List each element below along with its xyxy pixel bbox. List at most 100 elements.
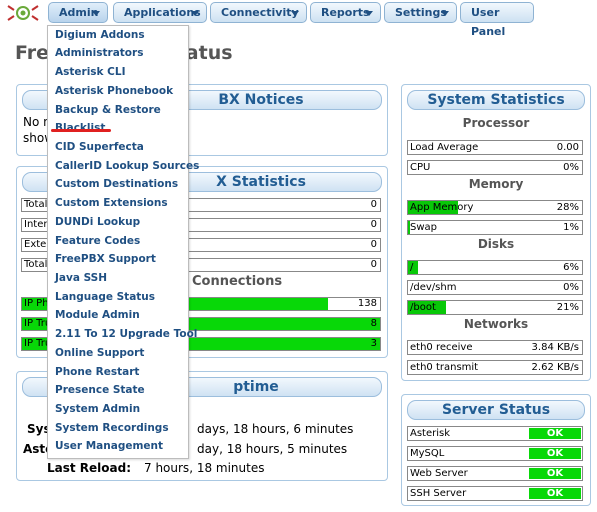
menu-item-cid-superfecta[interactable]: CID Superfecta bbox=[55, 141, 144, 157]
network-row: eth0 receive 3.84 KB/s bbox=[407, 340, 583, 355]
chevron-down-icon bbox=[441, 11, 449, 16]
disks-heading: Disks bbox=[477, 237, 515, 251]
menu-item-upgrade-tool[interactable]: 2.11 To 12 Upgrade Tool bbox=[55, 328, 197, 344]
menu-item-system-recordings[interactable]: System Recordings bbox=[55, 422, 169, 438]
nav-reports-label: Reports bbox=[321, 6, 370, 19]
server-status-panel: Server Status Asterisk OK MySQL OK Web S… bbox=[401, 394, 591, 506]
processor-row: Load Average 0.00 bbox=[407, 140, 583, 155]
disk-row-value: 21% bbox=[556, 302, 579, 313]
nav-applications-menu[interactable]: Applications bbox=[113, 2, 207, 23]
menu-item-online-support[interactable]: Online Support bbox=[55, 347, 144, 363]
menu-item-administrators[interactable]: Administrators bbox=[55, 47, 143, 63]
disk-row: /boot 21% bbox=[407, 300, 583, 315]
connection-row-value: 3 bbox=[370, 338, 377, 349]
disk-row-label: / bbox=[410, 262, 414, 273]
menu-item-system-admin[interactable]: System Admin bbox=[55, 403, 140, 419]
disk-row-value: 6% bbox=[563, 262, 579, 273]
server-status-row: Asterisk OK bbox=[407, 426, 583, 441]
status-badge: OK bbox=[529, 468, 581, 479]
menu-item-feature-codes[interactable]: Feature Codes bbox=[55, 235, 140, 251]
connection-row-value: 8 bbox=[370, 318, 377, 329]
page-title-head: Fre bbox=[15, 42, 50, 64]
disk-row: / 6% bbox=[407, 260, 583, 275]
nav-settings-label: Settings bbox=[395, 6, 447, 19]
network-row-value: 2.62 KB/s bbox=[531, 362, 579, 373]
system-statistics-title: System Statistics bbox=[407, 90, 585, 110]
last-reload-value: 7 hours, 18 minutes bbox=[144, 461, 265, 475]
processor-heading: Processor bbox=[462, 116, 530, 130]
last-reload-label: Last Reload: bbox=[47, 461, 132, 475]
menu-item-dundi-lookup[interactable]: DUNDi Lookup bbox=[55, 216, 140, 232]
memory-row-label: App Memory bbox=[410, 202, 474, 213]
top-nav-bar: Admin Applications Connectivity Reports … bbox=[0, 0, 597, 38]
connection-row-value: 138 bbox=[357, 298, 377, 309]
system-statistics-panel: System Statistics Processor Load Average… bbox=[401, 84, 591, 381]
menu-item-freepbx-support[interactable]: FreePBX Support bbox=[55, 253, 156, 269]
pbx-statistics-title-text: X Statistics bbox=[216, 174, 306, 190]
menu-item-user-management[interactable]: User Management bbox=[55, 440, 163, 456]
network-row-value: 3.84 KB/s bbox=[531, 342, 579, 353]
menu-item-custom-extensions[interactable]: Custom Extensions bbox=[55, 197, 168, 213]
nav-connectivity-label: Connectivity bbox=[221, 6, 299, 19]
stat-row-value: 0 bbox=[370, 219, 377, 230]
connection-row-label: IP Ph bbox=[24, 298, 49, 309]
server-status-label: Web Server bbox=[410, 468, 468, 479]
menu-item-java-ssh[interactable]: Java SSH bbox=[55, 272, 107, 288]
disk-row-label: /boot bbox=[410, 302, 436, 313]
menu-item-callerid-lookup-sources[interactable]: CallerID Lookup Sources bbox=[55, 160, 199, 176]
nav-reports-menu[interactable]: Reports bbox=[310, 2, 381, 23]
connections-heading: Connections bbox=[192, 274, 283, 289]
chevron-down-icon bbox=[291, 11, 299, 16]
nav-settings-menu[interactable]: Settings bbox=[384, 2, 457, 23]
status-badge: OK bbox=[529, 428, 581, 439]
stat-row-label: Total bbox=[24, 199, 48, 210]
nav-user-panel-label: User Panel bbox=[471, 6, 506, 38]
nav-connectivity-menu[interactable]: Connectivity bbox=[210, 2, 307, 23]
nav-user-panel[interactable]: User Panel bbox=[460, 2, 534, 38]
menu-item-asterisk-phonebook[interactable]: Asterisk Phonebook bbox=[55, 85, 173, 101]
server-status-label: SSH Server bbox=[410, 488, 467, 499]
stat-row-value: 0 bbox=[370, 199, 377, 210]
stat-row-label: Total bbox=[24, 259, 48, 270]
status-badge: OK bbox=[529, 448, 581, 459]
chevron-down-icon bbox=[365, 11, 373, 16]
menu-item-phone-restart[interactable]: Phone Restart bbox=[55, 366, 139, 382]
disk-row: /dev/shm 0% bbox=[407, 280, 583, 295]
disk-row-label: /dev/shm bbox=[410, 282, 457, 293]
admin-dropdown-menu: Digium Addons Administrators Asterisk CL… bbox=[47, 25, 199, 459]
memory-row-label: Swap bbox=[410, 222, 438, 233]
processor-row-value: 0.00 bbox=[556, 142, 579, 153]
nav-admin-menu[interactable]: Admin bbox=[48, 2, 108, 23]
menu-item-digium-addons[interactable]: Digium Addons bbox=[55, 29, 145, 45]
menu-item-module-admin[interactable]: Module Admin bbox=[55, 309, 140, 325]
asterisk-uptime-value: day, 18 hours, 5 minutes bbox=[197, 442, 348, 456]
chevron-down-icon bbox=[191, 11, 199, 16]
server-status-row: MySQL OK bbox=[407, 446, 583, 461]
memory-row: Swap 1% bbox=[407, 220, 583, 235]
notices-title-text: BX Notices bbox=[218, 92, 304, 108]
stat-row-value: 0 bbox=[370, 239, 377, 250]
menu-item-asterisk-cli[interactable]: Asterisk CLI bbox=[55, 66, 126, 82]
processor-row-value: 0% bbox=[563, 162, 579, 173]
menu-item-custom-destinations[interactable]: Custom Destinations bbox=[55, 178, 178, 194]
menu-item-language-status[interactable]: Language Status bbox=[55, 291, 155, 307]
disk-row-value: 0% bbox=[563, 282, 579, 293]
status-badge: OK bbox=[529, 488, 581, 499]
nav-applications-label: Applications bbox=[124, 6, 201, 19]
processor-row-label: CPU bbox=[410, 162, 431, 173]
memory-row: App Memory 28% bbox=[407, 200, 583, 215]
server-status-label: Asterisk bbox=[410, 428, 451, 439]
stat-row-value: 0 bbox=[370, 259, 377, 270]
memory-row-value: 1% bbox=[563, 222, 579, 233]
menu-item-backup-restore[interactable]: Backup & Restore bbox=[55, 104, 161, 120]
freepbx-logo[interactable] bbox=[4, 2, 42, 24]
processor-row-label: Load Average bbox=[410, 142, 479, 153]
networks-heading: Networks bbox=[463, 317, 529, 331]
system-uptime-value: days, 18 hours, 6 minutes bbox=[197, 422, 354, 436]
chevron-down-icon bbox=[92, 11, 100, 16]
server-status-row: SSH Server OK bbox=[407, 486, 583, 501]
menu-item-presence-state[interactable]: Presence State bbox=[55, 384, 145, 400]
server-status-row: Web Server OK bbox=[407, 466, 583, 481]
memory-heading: Memory bbox=[468, 177, 524, 191]
network-row-label: eth0 transmit bbox=[410, 362, 479, 373]
